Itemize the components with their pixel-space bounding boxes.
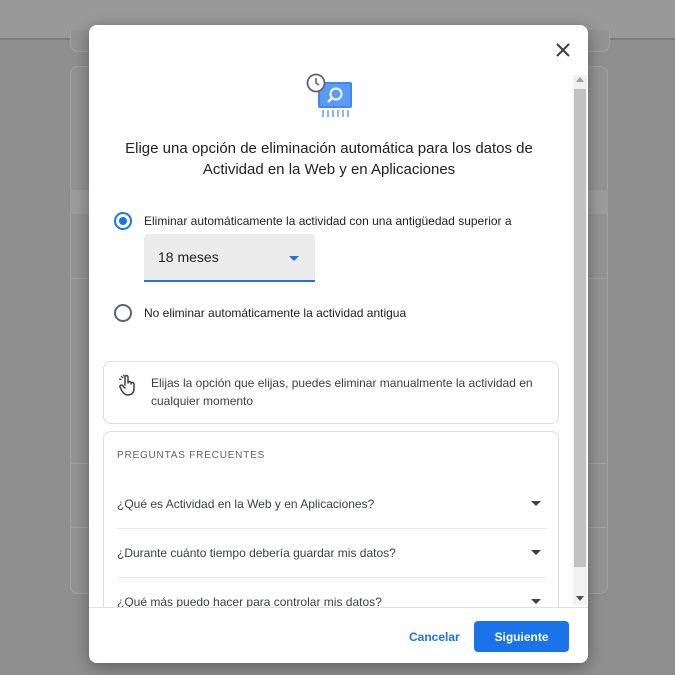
cancel-button[interactable]: Cancelar xyxy=(401,622,468,652)
hand-pointer-icon xyxy=(118,374,135,396)
dialog-title: Elige una opción de eliminación automáti… xyxy=(125,140,533,178)
faq-item[interactable]: ¿Qué es Actividad en la Web y en Aplicac… xyxy=(117,479,547,528)
scrollbar-thumb[interactable] xyxy=(574,89,586,567)
scroll-up-arrow-icon[interactable] xyxy=(576,77,584,82)
radio-no-auto-delete[interactable]: No eliminar automáticamente la actividad… xyxy=(114,304,406,322)
faq-card: PREGUNTAS FRECUENTES ¿Qué es Actividad e… xyxy=(103,431,559,607)
faq-question: ¿Qué más puedo hacer para controlar mis … xyxy=(117,594,382,608)
dialog-scroll-area[interactable]: Elige una opción de eliminación automáti… xyxy=(89,25,588,607)
chevron-down-icon xyxy=(531,550,541,555)
info-card: Elijas la opción que elijas, puedes elim… xyxy=(103,361,559,424)
radio-label: Eliminar automáticamente la actividad co… xyxy=(144,214,512,228)
faq-item[interactable]: ¿Qué más puedo hacer para controlar mis … xyxy=(117,577,547,607)
scrollbar[interactable] xyxy=(573,75,587,605)
faq-heading: PREGUNTAS FRECUENTES xyxy=(117,450,266,461)
scroll-down-arrow-icon[interactable] xyxy=(576,596,584,601)
chevron-down-icon xyxy=(531,501,541,506)
duration-select-value: 18 meses xyxy=(158,249,219,265)
chevron-down-icon xyxy=(289,256,299,261)
radio-auto-delete[interactable]: Eliminar automáticamente la actividad co… xyxy=(114,212,512,230)
auto-delete-dialog: Elige una opción de eliminación automáti… xyxy=(89,25,588,663)
info-text: Elijas la opción que elijas, puedes elim… xyxy=(151,376,533,408)
close-icon xyxy=(556,43,570,57)
faq-question: ¿Qué es Actividad en la Web y en Aplicac… xyxy=(117,496,375,511)
duration-select[interactable]: 18 meses xyxy=(144,234,315,282)
faq-item[interactable]: ¿Durante cuánto tiempo debería guardar m… xyxy=(117,528,547,577)
dialog-footer: Cancelar Siguiente xyxy=(89,607,588,663)
radio-label: No eliminar automáticamente la actividad… xyxy=(144,306,407,320)
chevron-down-icon xyxy=(531,599,541,604)
radio-button-checked[interactable] xyxy=(114,212,132,230)
faq-question: ¿Durante cuánto tiempo debería guardar m… xyxy=(117,545,396,560)
close-button[interactable] xyxy=(552,39,574,61)
radio-button-unchecked[interactable] xyxy=(114,304,132,322)
activity-clock-icon xyxy=(306,73,352,117)
next-button[interactable]: Siguiente xyxy=(474,621,569,652)
